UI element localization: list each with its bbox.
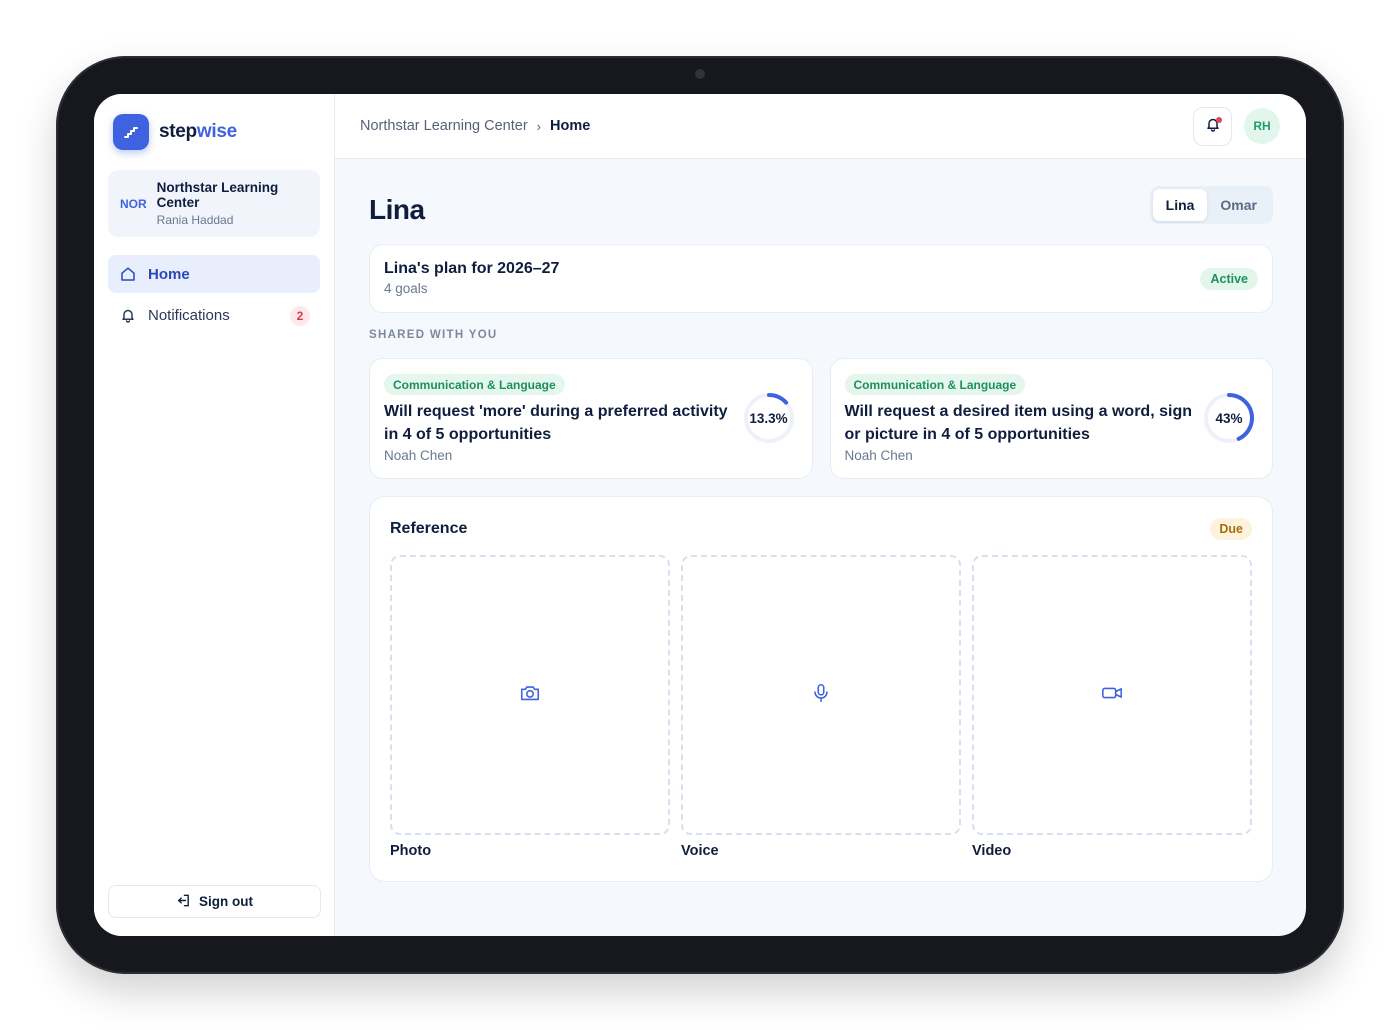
org-switcher[interactable]: NOR Northstar Learning Center Rania Hadd… bbox=[108, 170, 320, 237]
plan-card[interactable]: Lina's plan for 2026–27 4 goals Active bbox=[369, 244, 1273, 313]
reference-slots: Photo Voice Video bbox=[390, 555, 1252, 859]
tablet-frame: stepwise NOR Northstar Learning Center R… bbox=[56, 56, 1344, 974]
notification-count-badge: 2 bbox=[290, 306, 310, 326]
sidebar-item-label: Notifications bbox=[148, 306, 230, 324]
notifications-button[interactable] bbox=[1193, 107, 1232, 146]
org-abbr: NOR bbox=[120, 196, 147, 211]
goal-tag: Communication & Language bbox=[384, 374, 565, 395]
goal-owner: Noah Chen bbox=[844, 448, 913, 463]
unread-dot bbox=[1216, 117, 1222, 123]
video-slot: Video bbox=[972, 555, 1252, 859]
reference-card: Reference Due Photo Voice Video bbox=[369, 496, 1273, 882]
main-area: Northstar Learning Center › Home RH Lina… bbox=[335, 94, 1306, 936]
org-user: Rania Haddad bbox=[156, 213, 234, 227]
breadcrumb-current: Home bbox=[550, 118, 591, 134]
sign-out-icon bbox=[176, 893, 191, 911]
app-screen: stepwise NOR Northstar Learning Center R… bbox=[94, 94, 1306, 936]
voice-slot: Voice bbox=[681, 555, 961, 859]
breadcrumb-separator: › bbox=[536, 118, 541, 134]
plan-title: Lina's plan for 2026–27 bbox=[384, 260, 560, 277]
goal-tag: Communication & Language bbox=[844, 374, 1026, 395]
org-name: Northstar Learning Center bbox=[156, 180, 279, 210]
voice-record-area[interactable] bbox=[681, 555, 961, 835]
goal-card[interactable]: Communication & Language Will request 'm… bbox=[369, 358, 813, 479]
sidebar-item-home[interactable]: Home bbox=[108, 255, 320, 293]
content: Lina Lina Omar Lina's plan for 2026–27 4… bbox=[369, 186, 1273, 882]
video-record-area[interactable] bbox=[972, 555, 1252, 835]
page-title: Lina bbox=[369, 194, 425, 225]
home-icon bbox=[120, 266, 136, 282]
brand[interactable]: stepwise bbox=[113, 114, 320, 150]
brand-name: stepwise bbox=[159, 121, 237, 143]
breadcrumb-root[interactable]: Northstar Learning Center bbox=[360, 118, 528, 134]
tab-omar[interactable]: Omar bbox=[1207, 189, 1270, 221]
sidebar: stepwise NOR Northstar Learning Center R… bbox=[94, 94, 335, 936]
plan-subtitle: 4 goals bbox=[384, 281, 428, 296]
sidebar-item-notifications[interactable]: Notifications 2 bbox=[108, 296, 320, 334]
slot-label: Video bbox=[972, 843, 1012, 859]
brand-name-part1: step bbox=[159, 121, 197, 142]
bell-icon bbox=[120, 307, 136, 323]
goal-text: Will request 'more' during a preferred a… bbox=[384, 403, 728, 443]
progress-label: 13.3% bbox=[749, 410, 788, 426]
microphone-icon bbox=[810, 682, 832, 709]
sign-out-button[interactable]: Sign out bbox=[108, 885, 321, 918]
due-badge: Due bbox=[1210, 518, 1252, 540]
tab-lina[interactable]: Lina bbox=[1152, 189, 1208, 221]
sidebar-item-label: Home bbox=[148, 265, 190, 283]
status-badge: Active bbox=[1200, 268, 1258, 290]
reference-title: Reference bbox=[390, 520, 468, 537]
goal-text: Will request a desired item using a word… bbox=[844, 403, 1192, 443]
slot-label: Photo bbox=[390, 843, 432, 859]
stairs-icon bbox=[113, 114, 149, 150]
topbar: Northstar Learning Center › Home RH bbox=[335, 94, 1306, 159]
shared-goals: Communication & Language Will request 'm… bbox=[369, 358, 1273, 479]
slot-label: Voice bbox=[681, 843, 719, 859]
goal-owner: Noah Chen bbox=[384, 448, 453, 463]
photo-upload-area[interactable] bbox=[390, 555, 670, 835]
camera-dot bbox=[695, 69, 705, 79]
child-switcher: Lina Omar bbox=[1149, 186, 1273, 224]
video-camera-icon bbox=[1100, 682, 1124, 709]
brand-name-part2: wise bbox=[196, 121, 237, 142]
camera-icon bbox=[519, 682, 541, 709]
title-row: Lina Lina Omar bbox=[369, 186, 1273, 233]
goal-card[interactable]: Communication & Language Will request a … bbox=[829, 358, 1273, 479]
photo-slot: Photo bbox=[390, 555, 670, 859]
sidebar-nav: Home Notifications 2 bbox=[108, 255, 320, 334]
avatar[interactable]: RH bbox=[1244, 108, 1280, 144]
section-label: SHARED WITH YOU bbox=[369, 329, 498, 341]
sign-out-label: Sign out bbox=[199, 894, 253, 909]
progress-label: 43% bbox=[1215, 410, 1243, 426]
